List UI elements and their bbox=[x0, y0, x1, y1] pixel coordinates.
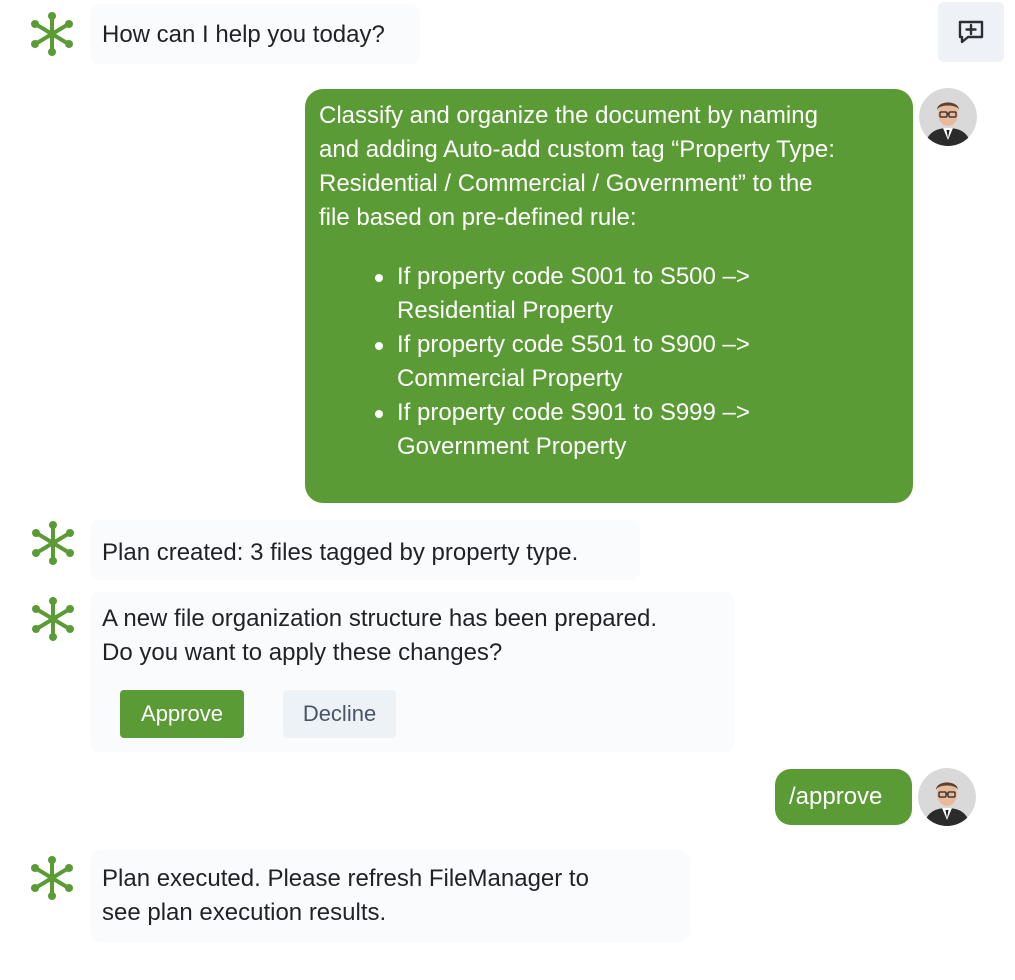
bot-logo-icon bbox=[30, 596, 76, 642]
rule-item: If property code S901 to S999 –> Governm… bbox=[375, 396, 750, 464]
new-chat-button[interactable] bbox=[938, 2, 1004, 62]
user-message-line: and adding Auto-add custom tag “Property… bbox=[319, 136, 835, 163]
user-approve-bubble: /approve bbox=[775, 769, 912, 825]
user-message-bubble: Classify and organize the document by na… bbox=[305, 89, 913, 503]
plan-created-text: Plan created: 3 files tagged by property… bbox=[102, 539, 579, 566]
bot-plan-bubble: Plan created: 3 files tagged by property… bbox=[90, 520, 640, 580]
executed-text-line: see plan execution results. bbox=[102, 899, 387, 926]
decline-button[interactable]: Decline bbox=[283, 690, 396, 738]
bot-logo-icon bbox=[29, 855, 75, 901]
user-message-line: Classify and organize the document by na… bbox=[319, 102, 818, 129]
rule-item: If property code S001 to S500 –> Residen… bbox=[375, 260, 750, 328]
user-avatar bbox=[919, 88, 977, 146]
bot-logo-icon bbox=[29, 11, 75, 57]
bot-greeting-bubble: How can I help you today? bbox=[90, 4, 420, 64]
rule-item: If property code S501 to S900 –> Commerc… bbox=[375, 328, 750, 396]
greeting-text: How can I help you today? bbox=[102, 21, 385, 48]
bot-executed-bubble: Plan executed. Please refresh FileManage… bbox=[90, 850, 690, 942]
new-chat-icon bbox=[958, 20, 984, 44]
user-message-line: file based on pre-defined rule: bbox=[319, 204, 637, 231]
approve-button[interactable]: Approve bbox=[120, 690, 244, 738]
rule-list: If property code S001 to S500 –> Residen… bbox=[375, 260, 750, 464]
user-message-line: Residential / Commercial / Government” t… bbox=[319, 170, 813, 197]
confirm-text-line: A new file organization structure has be… bbox=[102, 605, 658, 632]
executed-text-line: Plan executed. Please refresh FileManage… bbox=[102, 865, 589, 892]
bot-logo-icon bbox=[30, 520, 76, 566]
approve-command-text: /approve bbox=[789, 783, 883, 810]
user-avatar bbox=[918, 768, 976, 826]
confirm-text-line: Do you want to apply these changes? bbox=[102, 639, 503, 666]
